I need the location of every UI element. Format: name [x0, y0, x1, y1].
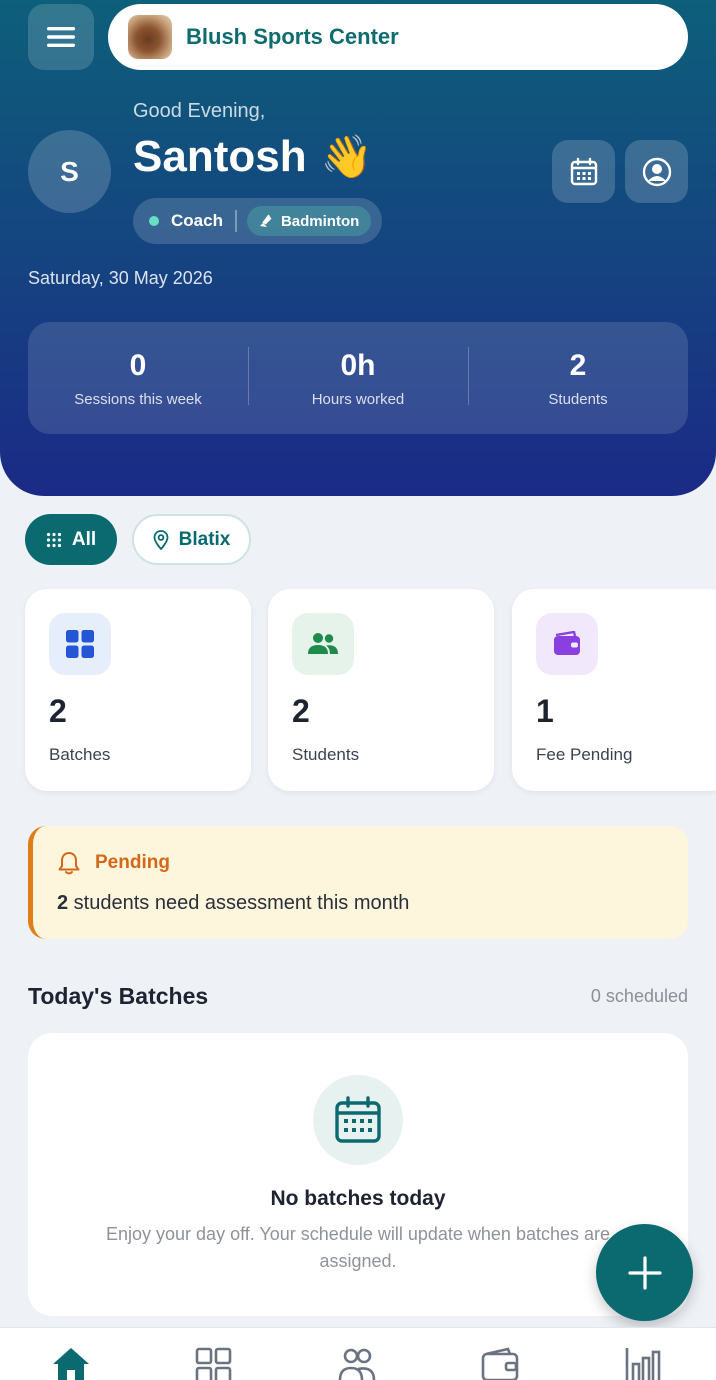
scheduled-count: 0 scheduled	[590, 986, 688, 1006]
stat-students: 2 Students	[468, 346, 688, 408]
menu-icon	[47, 27, 75, 47]
wallet-icon	[481, 1347, 519, 1380]
nav-batches[interactable]	[190, 1346, 238, 1380]
center-logo	[128, 15, 172, 59]
nav-reports[interactable]	[619, 1346, 667, 1380]
plus-icon	[627, 1255, 662, 1290]
header-panel: Blush Sports Center S Good Evening, Sant…	[0, 0, 716, 496]
role-divider	[234, 210, 237, 232]
stat-label: Students	[548, 390, 608, 408]
pending-alert[interactable]: Pending 2 students need assessment this …	[28, 826, 688, 939]
filter-location-chip[interactable]: Blatix	[132, 514, 251, 565]
alert-count: 2	[57, 892, 69, 914]
user-circle-icon	[642, 157, 671, 186]
metric-label: Students	[292, 745, 360, 764]
nav-fees[interactable]	[476, 1346, 524, 1380]
users-icon	[338, 1348, 376, 1380]
metric-value: 1	[536, 693, 554, 729]
weekly-stats-card: 0 Sessions this week 0h Hours worked 2 S…	[28, 322, 688, 434]
stat-value: 2	[569, 348, 587, 382]
user-name: Santosh 👋	[133, 132, 373, 182]
metric-card-students[interactable]: 2 Students	[268, 589, 494, 791]
greeting-text: Good Evening,	[133, 100, 266, 122]
filter-location-label: Blatix	[178, 528, 231, 550]
location-pin-icon	[153, 529, 169, 550]
bell-icon	[58, 852, 80, 875]
metric-value: 2	[49, 693, 67, 729]
metric-value: 2	[292, 693, 310, 729]
alert-text: students need assessment this month	[68, 892, 410, 914]
metric-card-batches[interactable]: 2 Batches	[25, 589, 251, 791]
empty-batches-card: No batches today Enjoy your day off. You…	[28, 1033, 688, 1316]
bottom-navigation	[0, 1327, 716, 1380]
stat-value: 0h	[340, 348, 376, 382]
alert-header: Pending	[57, 850, 170, 876]
stat-label: Sessions this week	[74, 390, 202, 408]
grid-icon	[49, 613, 111, 675]
stat-hours: 0h Hours worked	[248, 346, 468, 408]
current-date: Saturday, 30 May 2026	[28, 268, 213, 288]
dots-grid-icon	[46, 532, 62, 548]
avatar[interactable]: S	[28, 130, 111, 213]
metric-label: Batches	[49, 745, 111, 764]
filter-all-chip[interactable]: All	[25, 514, 117, 565]
section-title: Today's Batches	[28, 983, 209, 1009]
wave-icon: 👋	[320, 132, 373, 180]
shuttlecock-icon	[259, 214, 272, 227]
add-fab-button[interactable]	[596, 1224, 693, 1321]
stat-value: 0	[129, 348, 147, 382]
role-label: Coach	[171, 211, 223, 230]
alert-message: 2 students need assessment this month	[57, 892, 409, 915]
alert-title: Pending	[95, 852, 170, 873]
empty-description: Enjoy your day off. Your schedule will u…	[106, 1224, 610, 1271]
empty-title: No batches today	[270, 1187, 446, 1210]
metric-label: Fee Pending	[536, 745, 633, 764]
home-icon	[53, 1348, 89, 1380]
center-selector[interactable]: Blush Sports Center	[108, 4, 688, 70]
calendar-button[interactable]	[552, 140, 615, 203]
sport-tag: Badminton	[246, 206, 372, 236]
users-icon	[292, 613, 354, 675]
filter-all-label: All	[71, 528, 97, 550]
profile-button[interactable]	[625, 140, 688, 203]
role-badge: Coach Badminton	[133, 198, 382, 244]
sport-label: Badminton	[280, 212, 360, 230]
calendar-icon	[313, 1075, 403, 1165]
calendar-icon	[570, 157, 597, 185]
metric-card-fee-pending[interactable]: 1 Fee Pending	[512, 589, 716, 791]
stat-label: Hours worked	[311, 390, 405, 408]
status-dot	[149, 216, 159, 226]
grid-icon	[195, 1347, 232, 1380]
user-name-text: Santosh	[133, 132, 307, 181]
center-name: Blush Sports Center	[186, 24, 399, 49]
stat-sessions: 0 Sessions this week	[28, 349, 248, 408]
nav-home[interactable]	[47, 1346, 95, 1380]
menu-button[interactable]	[28, 4, 94, 70]
wallet-icon	[536, 613, 598, 675]
bar-chart-icon	[625, 1348, 661, 1380]
nav-students[interactable]	[333, 1346, 381, 1380]
